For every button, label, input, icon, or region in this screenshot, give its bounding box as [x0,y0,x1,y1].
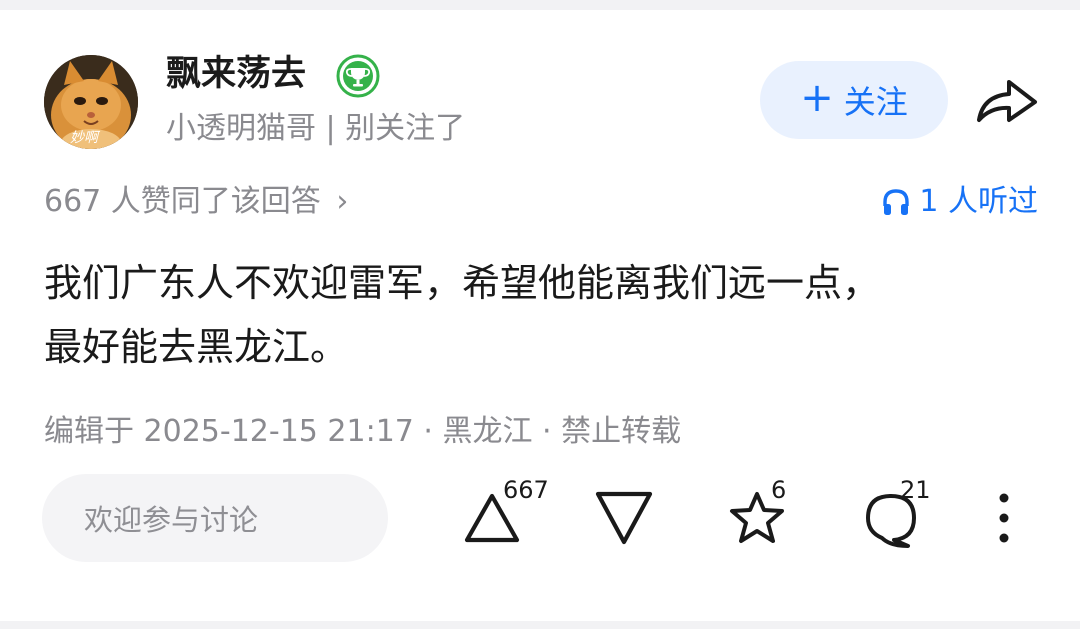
favorite-count: 6 [771,476,787,504]
bottom-separator [0,621,1080,629]
upvote-count: 667 [503,476,549,504]
follow-button[interactable]: + 关注 [760,61,948,139]
author-bio: 小透明猫哥 | 别关注了 [166,111,466,146]
answer-line-1: 我们广东人不欢迎雷军，希望他能离我们远一点， [44,261,881,305]
more-options-button[interactable] [990,490,1018,546]
share-arrow-icon[interactable] [975,76,1039,126]
plus-icon: + [800,75,834,121]
votes-summary-link[interactable]: 667 人赞同了该回答 › [44,181,348,223]
downvote-triangle-icon [595,491,653,545]
more-vertical-icon [999,493,1009,543]
listened-count[interactable]: 1 人听过 [881,181,1038,223]
answer-line-2: 最好能去黑龙江。 [44,325,349,369]
avatar[interactable]: 妙啊 [44,55,138,149]
avatar-caption: 妙啊 [70,130,98,146]
answer-content: 我们广东人不欢迎雷军，希望他能离我们远一点， 最好能去黑龙江。 [44,251,1044,379]
chevron-right-icon: › [336,184,349,219]
follow-button-label: 关注 [843,83,908,121]
headphones-icon [883,189,910,215]
author-name[interactable]: 飘来荡去 [166,52,306,96]
votes-summary-text: 667 人赞同了该回答 [44,184,321,219]
comment-input[interactable]: 欢迎参与讨论 [42,474,388,562]
downvote-button[interactable] [593,488,655,548]
listened-text: 1 人听过 [919,184,1038,219]
trophy-badge-icon[interactable] [336,54,380,98]
comment-count: 21 [900,476,931,504]
comment-placeholder: 欢迎参与讨论 [84,503,259,537]
answer-meta: 编辑于 2025-12-15 21:17 · 黑龙江 · 禁止转载 [44,414,682,449]
